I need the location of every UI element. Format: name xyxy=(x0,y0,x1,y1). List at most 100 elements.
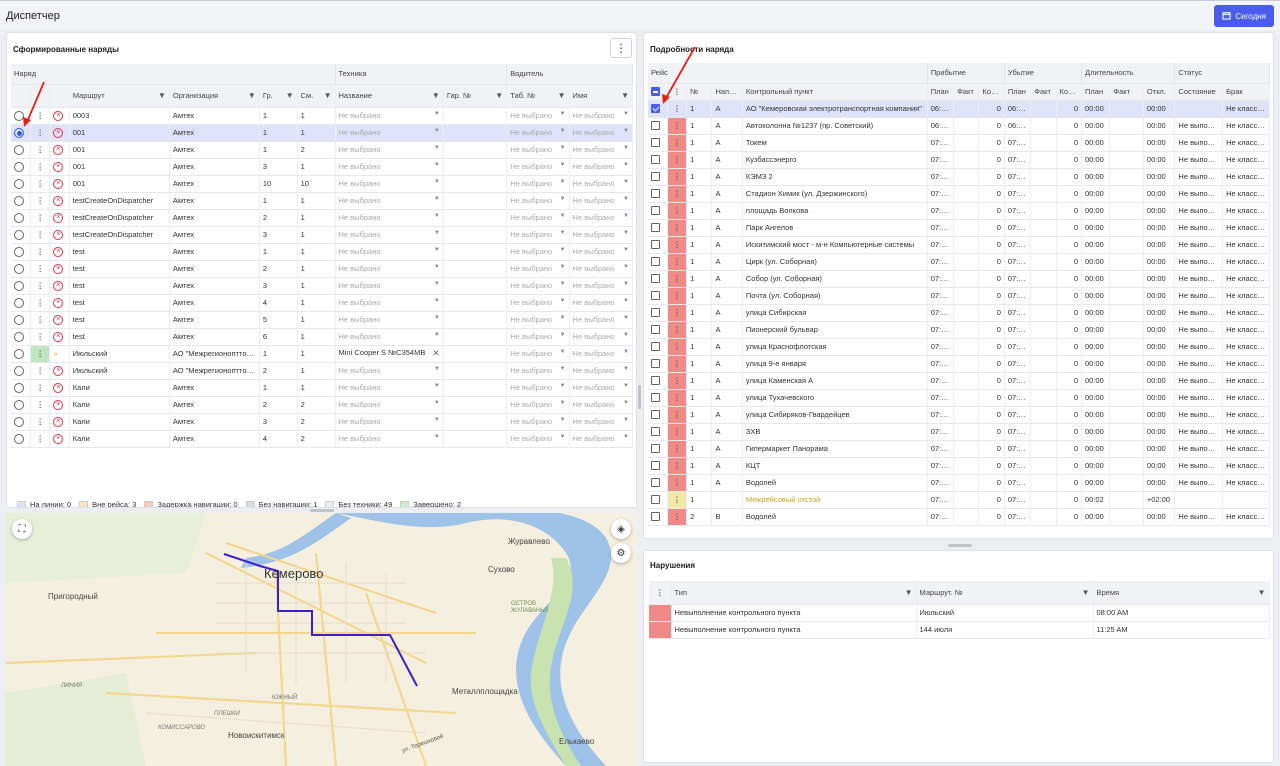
driver-select[interactable]: Не выбрано ▼ xyxy=(569,379,634,397)
radio-button[interactable] xyxy=(14,297,24,308)
order-row[interactable]: ⋮ × Кали Амтех 3 2 Не выбрано ▼ Не выбрано ▼ Не вы… xyxy=(11,413,634,431)
row-checkbox[interactable] xyxy=(648,508,668,526)
order-row[interactable]: ⋮ × test Амтех 6 1 Не выбрано ▼ Не выбрано ▼ Не вы… xyxy=(11,328,634,346)
row-menu-button[interactable]: ⋮ xyxy=(30,277,51,295)
radio-button[interactable] xyxy=(14,110,24,121)
checkbox[interactable] xyxy=(651,427,660,437)
tab-select[interactable]: Не выбрано ▼ xyxy=(506,345,570,363)
radio-button[interactable] xyxy=(14,331,24,342)
row-menu-button[interactable]: ⋮ xyxy=(667,372,688,390)
checkpoint-row[interactable]: ⋮ 1 Аулица Сибирская 07:2... 0 07:2... 0 00:00 0… xyxy=(648,304,1270,322)
row-menu-button[interactable]: ⋮ xyxy=(667,304,688,322)
row-checkbox[interactable] xyxy=(648,406,668,424)
order-radio[interactable] xyxy=(11,243,31,261)
tab-select[interactable]: Не выбрано ▼ xyxy=(506,141,570,159)
col-route-num[interactable]: Маршрут. № ▼ xyxy=(916,581,1094,605)
row-checkbox[interactable] xyxy=(648,236,668,254)
row-menu-button[interactable]: ⋮ xyxy=(667,440,688,458)
driver-select[interactable]: Не выбрано ▼ xyxy=(569,345,634,363)
order-row[interactable]: ⋮ × Кали Амтех 1 1 Не выбрано ▼ Не выбрано ▼ Не вы… xyxy=(11,379,634,397)
vehicle-select[interactable]: Не выбрано ▼ xyxy=(335,294,444,312)
order-radio[interactable] xyxy=(11,260,31,278)
checkpoint-row[interactable]: ⋮ 1 А Водолей 07:4... 0 07:4... 0 00:00 00:00 Не в… xyxy=(648,474,1270,492)
order-row[interactable]: ⋮» Июльский АО "Межрегионоптторг" 1 1 Mini Co… xyxy=(11,345,634,363)
col-type[interactable]: Тип ▼ xyxy=(671,581,917,605)
row-checkbox[interactable] xyxy=(648,321,668,339)
driver-select[interactable]: Не выбрано ▼ xyxy=(569,158,634,176)
col-route[interactable]: Маршрут ▼ xyxy=(69,84,170,108)
checkbox[interactable] xyxy=(651,444,660,454)
checkpoint-row[interactable]: ⋮ 1 А Пионерский бульвар 07:2... 0 07:2... 0 00:… xyxy=(648,321,1270,339)
vehicle-select[interactable]: Не выбрано ▼ xyxy=(335,243,444,261)
vehicle-select[interactable]: Не выбрано ▼ xyxy=(335,260,444,278)
vehicle-select[interactable]: Mini Cooper S №С354МВ ✕ xyxy=(335,345,444,363)
driver-select[interactable]: Не выбрано ▼ xyxy=(569,362,634,380)
filter-icon[interactable]: ▼ xyxy=(1082,588,1090,597)
row-menu-button[interactable]: ⋮ xyxy=(667,423,688,441)
checkbox[interactable] xyxy=(651,478,660,488)
row-checkbox[interactable] xyxy=(648,287,668,305)
row-checkbox[interactable] xyxy=(648,253,668,271)
checkpoint-row[interactable]: ⋮ 1 А Почта (ул. Соборная) 07:2... 0 07:2... 0 0… xyxy=(648,287,1270,305)
order-radio[interactable] xyxy=(11,277,31,295)
driver-select[interactable]: Не выбрано ▼ xyxy=(569,413,634,431)
col-org[interactable]: Организация ▼ xyxy=(169,84,260,108)
row-checkbox[interactable] xyxy=(648,168,668,186)
checkbox[interactable] xyxy=(651,461,660,471)
order-row[interactable]: ⋮ × Кали Амтех 4 2 Не выбрано ▼ Не выбрано ▼ Не вы… xyxy=(11,430,634,448)
row-menu-button[interactable]: ⋮ xyxy=(667,236,688,254)
row-menu-button[interactable]: ⋮ xyxy=(30,362,51,380)
checkpoint-row[interactable]: ⋮ 1 Аплощадь Волкова 07:1... 0 07:1... 0 00:00 0… xyxy=(648,202,1270,220)
row-checkbox[interactable] xyxy=(648,440,668,458)
checkpoint-row[interactable]: ⋮ 1 Аулица 9-е января 07:3... 0 07:3... 0 00:00… xyxy=(648,355,1270,373)
row-checkbox[interactable] xyxy=(648,372,668,390)
order-row[interactable]: ⋮ × testCreateOnDispatcher Амтех 1 1 Не выбран… xyxy=(11,192,634,210)
checkbox[interactable] xyxy=(651,240,660,250)
vehicle-select[interactable]: Не выбрано ▼ xyxy=(335,396,444,414)
vertical-splitter[interactable] xyxy=(638,385,641,409)
row-menu-button[interactable]: ⋮ xyxy=(30,396,51,414)
checkpoint-row[interactable]: ⋮ 1 Аулица Каменская А 07:3... 0 07:3... 0 00:0… xyxy=(648,372,1270,390)
checkpoint-row[interactable]: ⋮ 1 А АО "Кемеровская электротранспортная к… xyxy=(648,100,1270,118)
filter-icon[interactable]: ▼ xyxy=(905,588,913,597)
radio-button[interactable] xyxy=(14,416,24,427)
checkpoint-row[interactable]: ⋮ 1 Аулица Тухачевского 07:3... 0 07:3... 0 00:… xyxy=(648,389,1270,407)
order-radio[interactable] xyxy=(11,413,31,431)
checkpoint-row[interactable]: ⋮ 1 А Цирк (ул. Соборная) 07:1... 0 07:1... 0 00… xyxy=(648,253,1270,271)
row-menu-button[interactable]: ⋮ xyxy=(30,107,51,125)
col-name[interactable]: Название ▼ xyxy=(335,84,444,108)
radio-button[interactable] xyxy=(14,212,24,223)
order-row[interactable]: ⋮ × testCreateOnDispatcher Амтех 2 1 Не выбран… xyxy=(11,209,634,227)
filter-icon[interactable]: ▼ xyxy=(621,91,629,100)
order-radio[interactable] xyxy=(11,124,31,142)
orders-menu-button[interactable]: ⋮ xyxy=(610,38,632,58)
checkbox[interactable] xyxy=(651,410,660,420)
vehicle-select[interactable]: Не выбрано ▼ xyxy=(335,158,444,176)
row-menu-button[interactable]: ⋮ xyxy=(667,406,688,424)
row-menu-button[interactable]: ⋮ xyxy=(667,338,688,356)
row-menu-button[interactable]: ⋮ xyxy=(30,345,51,363)
horizontal-splitter[interactable] xyxy=(310,509,334,512)
tab-select[interactable]: Не выбрано ▼ xyxy=(506,175,570,193)
checkpoint-row[interactable]: ⋮ 1 А Кузбассэнерго 07:0... 0 07:0... 0 00:00 00:… xyxy=(648,151,1270,169)
order-radio[interactable] xyxy=(11,141,31,159)
order-radio[interactable] xyxy=(11,294,31,312)
checkbox[interactable] xyxy=(651,325,660,335)
checkpoint-row[interactable]: ⋮ 1 А Автоколонна №1237 (пр. Советский) 06:5… xyxy=(648,117,1270,135)
order-row[interactable]: ⋮ × testCreateOnDispatcher Амтех 3 1 Не выбран… xyxy=(11,226,634,244)
driver-select[interactable]: Не выбрано ▼ xyxy=(569,430,634,448)
vehicle-select[interactable]: Не выбрано ▼ xyxy=(335,430,444,448)
vehicle-select[interactable]: Не выбрано ▼ xyxy=(335,209,444,227)
order-row[interactable]: ⋮ × test Амтех 4 1 Не выбрано ▼ Не выбрано ▼ Не вы… xyxy=(11,294,634,312)
radio-button[interactable] xyxy=(14,314,24,325)
checkpoint-row[interactable]: ⋮ 1 Аулица Краснофлотская 07:2... 0 07:2... 0 0… xyxy=(648,338,1270,356)
checkbox[interactable] xyxy=(651,342,660,352)
radio-button[interactable] xyxy=(14,195,24,206)
select-all-checkbox[interactable] xyxy=(648,83,668,101)
order-row[interactable]: ⋮ × 001 Амтех 1 2 Не выбрано ▼ Не выбрано ▼ Не выб… xyxy=(11,141,634,159)
radio-button[interactable] xyxy=(14,433,24,444)
checkbox[interactable] xyxy=(651,121,660,131)
vehicle-select[interactable]: Не выбрано ▼ xyxy=(335,175,444,193)
order-row[interactable]: ⋮ × test Амтех 1 1 Не выбрано ▼ Не выбрано ▼ Не вы… xyxy=(11,243,634,261)
checkbox[interactable] xyxy=(651,359,660,369)
